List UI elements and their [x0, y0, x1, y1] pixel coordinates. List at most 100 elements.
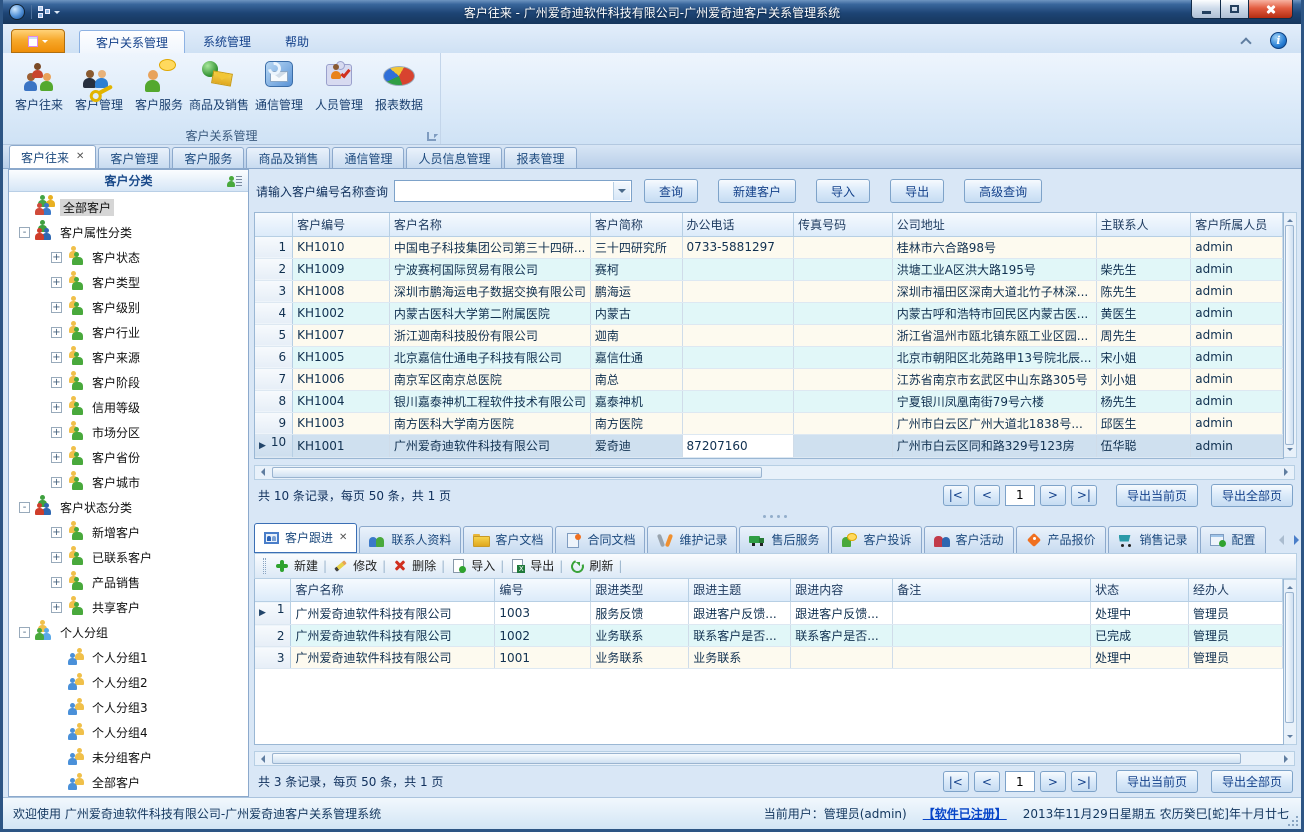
app-icon[interactable] [9, 4, 25, 20]
tree-item[interactable]: + 共享客户 [9, 595, 248, 620]
toolbar-button[interactable]: 修改 | [334, 557, 386, 574]
last-page-button[interactable]: >| [1071, 771, 1097, 792]
customer-row[interactable]: 5 KH1007浙江迦南科技股份有限公司迦南 浙江省温州市瓯北镇东瓯工业区园..… [255, 324, 1283, 346]
tree-expander-icon[interactable]: + [51, 577, 62, 588]
follow-up-row[interactable]: 2 广州爱奇迪软件科技有限公司1002业务联系 联系客户是否...联系客户是否.… [255, 625, 1283, 647]
toolbar-button[interactable]: 刷新 | [570, 557, 622, 574]
tree-expander-icon[interactable]: + [51, 427, 62, 438]
detail-tab[interactable]: 客户活动 [924, 526, 1014, 553]
tree-item[interactable]: + 客户来源 [9, 345, 248, 370]
detail-tab[interactable]: 联系人资料 [359, 526, 461, 553]
scroll-right-icon[interactable] [1279, 752, 1294, 765]
ribbon-button[interactable]: 报表数据 [369, 56, 429, 122]
tree-item[interactable]: 个人分组1 [9, 645, 248, 670]
tree-item[interactable]: + 客户状态 [9, 245, 248, 270]
horizontal-splitter[interactable] [252, 511, 1297, 523]
tree-expander-icon[interactable]: + [51, 402, 62, 413]
column-header[interactable]: 客户所属人员 [1191, 213, 1283, 236]
tree-expander-icon[interactable]: + [51, 327, 62, 338]
column-header[interactable]: 经办人 [1189, 579, 1283, 602]
last-page-button[interactable]: >| [1071, 485, 1097, 506]
new-customer-button[interactable]: 新建客户 [718, 179, 796, 203]
prev-page-button[interactable]: < [974, 485, 1000, 506]
tree-expander-icon[interactable]: + [51, 352, 62, 363]
column-header[interactable]: 客户简称 [590, 213, 682, 236]
close-tab-icon[interactable]: ✕ [339, 532, 347, 543]
ribbon-tab[interactable]: 客户关系管理 [79, 30, 185, 53]
search-button[interactable]: 查询 [644, 179, 698, 203]
tabs-scroll-right-icon[interactable] [1294, 535, 1304, 545]
scroll-up-icon[interactable] [1287, 583, 1293, 589]
export-button[interactable]: 导出 [890, 179, 944, 203]
column-header[interactable]: 传真号码 [794, 213, 893, 236]
customer-row[interactable]: 1 KH1010中国电子科技集团公司第三十四研...三十四研究所 0733-58… [255, 236, 1283, 258]
scroll-down-icon[interactable] [1287, 448, 1293, 454]
tree-expander-icon[interactable]: + [51, 602, 62, 613]
document-tab[interactable]: 商品及销售 [246, 147, 330, 168]
detail-tab[interactable]: 产品报价 [1016, 526, 1106, 553]
customer-row[interactable]: ▶10 KH1001广州爱奇迪软件科技有限公司爱奇迪 87207160广州市白云… [255, 434, 1283, 457]
column-header[interactable]: 跟进主题 [689, 579, 791, 602]
tree-item[interactable]: + 客户阶段 [9, 370, 248, 395]
help-info-icon[interactable]: i [1270, 32, 1287, 49]
tree-item[interactable]: + 客户省份 [9, 445, 248, 470]
ribbon-button[interactable]: 客户管理 [69, 56, 129, 122]
tree-expander-icon[interactable]: + [51, 252, 62, 263]
tree-expander-icon[interactable] [51, 677, 62, 688]
close-button[interactable] [1249, 0, 1293, 19]
close-tab-icon[interactable]: ✕ [76, 152, 84, 162]
scroll-right-icon[interactable] [1279, 466, 1294, 479]
follow-up-row[interactable]: ▶1 广州爱奇迪软件科技有限公司1003服务反馈 跟进客户反馈...跟进客户反馈… [255, 602, 1283, 625]
tree-expander-icon[interactable] [51, 652, 62, 663]
scrollbar-thumb[interactable] [1285, 225, 1294, 445]
export-current-page-button[interactable]: 导出当前页 [1116, 770, 1198, 793]
toolbar-button[interactable]: 新建 | [275, 557, 327, 574]
tree-expander-icon[interactable]: + [51, 302, 62, 313]
tree-item[interactable]: + 产品销售 [9, 570, 248, 595]
ribbon-button[interactable]: 通信管理 [249, 56, 309, 122]
document-tab[interactable]: 客户服务 [172, 147, 244, 168]
column-header[interactable]: 备注 [893, 579, 1091, 602]
tree-expander-icon[interactable]: - [19, 627, 30, 638]
scroll-left-icon[interactable] [255, 466, 270, 479]
export-current-page-button[interactable]: 导出当前页 [1116, 484, 1198, 507]
column-header[interactable]: 公司地址 [892, 213, 1096, 236]
toolbar-button[interactable]: 导出 | [511, 557, 563, 574]
quick-access-icon[interactable] [38, 6, 50, 18]
maximize-button[interactable] [1221, 0, 1249, 19]
tree-item[interactable]: 全部客户 [9, 770, 248, 795]
toolbar-button[interactable]: 删除 | [393, 557, 445, 574]
tree-item[interactable]: + 已联系客户 [9, 545, 248, 570]
tree-expander-icon[interactable]: - [19, 227, 30, 238]
column-header[interactable]: 客户名称 [291, 579, 495, 602]
customer-row[interactable]: 2 KH1009宁波赛柯国际贸易有限公司赛柯 洪塘工业A区洪大路195号 柴先生… [255, 258, 1283, 280]
ribbon-tab[interactable]: 帮助 [269, 30, 325, 53]
document-tab[interactable]: 人员信息管理 [406, 147, 502, 168]
tree-expander-icon[interactable] [51, 752, 62, 763]
customer-row[interactable]: 4 KH1002内蒙古医科大学第二附属医院内蒙古 内蒙古呼和浩特市回民区内蒙古医… [255, 302, 1283, 324]
tabs-scroll-left-icon[interactable] [1274, 535, 1284, 545]
scrollbar-thumb[interactable] [272, 467, 762, 478]
resize-grip[interactable] [1288, 816, 1298, 826]
column-header[interactable]: 客户编号 [293, 213, 390, 236]
tree-item[interactable]: 个人分组2 [9, 670, 248, 695]
customer-row[interactable]: 7 KH1006南京军区南京总医院南总 江苏省南京市玄武区中山东路305号 刘小… [255, 368, 1283, 390]
tree-item[interactable]: 个人分组3 [9, 695, 248, 720]
export-all-pages-button[interactable]: 导出全部页 [1211, 484, 1293, 507]
tree-expander-icon[interactable]: + [51, 277, 62, 288]
license-registered-link[interactable]: 【软件已注册】 [923, 805, 1007, 822]
column-header[interactable]: 办公电话 [682, 213, 794, 236]
scroll-up-icon[interactable] [1287, 216, 1293, 222]
detail-tab[interactable]: 合同文档 [555, 526, 645, 553]
export-all-pages-button[interactable]: 导出全部页 [1211, 770, 1293, 793]
tree-item[interactable]: 个人分组4 [9, 720, 248, 745]
column-header[interactable]: 编号 [495, 579, 591, 602]
dialog-launcher-icon[interactable] [427, 132, 436, 141]
scroll-left-icon[interactable] [255, 752, 270, 765]
vertical-scrollbar[interactable] [1284, 579, 1297, 746]
tree-item[interactable]: + 市场分区 [9, 420, 248, 445]
vertical-scrollbar[interactable] [1284, 212, 1297, 458]
column-header[interactable] [255, 579, 291, 602]
tree-item[interactable]: + 客户城市 [9, 470, 248, 495]
tree-item[interactable]: - 个人分组 [9, 620, 248, 645]
